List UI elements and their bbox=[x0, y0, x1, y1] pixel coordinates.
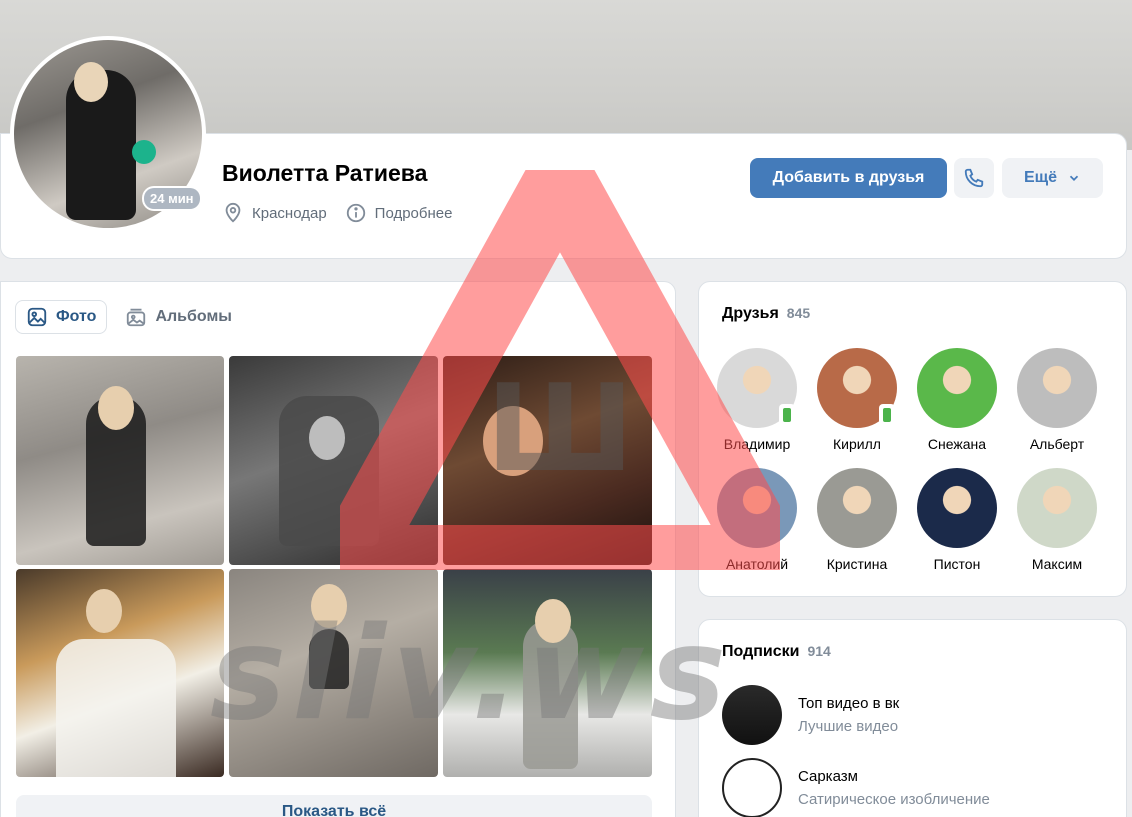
subscription-item[interactable]: Топ видео в вк Лучшие видео bbox=[722, 685, 899, 745]
tab-albums[interactable]: Альбомы bbox=[115, 300, 242, 334]
last-seen-badge: 24 мин bbox=[142, 186, 202, 211]
details-label: Подробнее bbox=[374, 204, 453, 222]
subscriptions-title[interactable]: Подписки 914 bbox=[722, 643, 831, 661]
subscription-subtitle: Сатирическое изобличение bbox=[798, 791, 990, 808]
info-icon bbox=[346, 203, 365, 223]
friend-name: Владимир bbox=[723, 436, 791, 452]
photo-thumbnail[interactable] bbox=[443, 569, 652, 777]
subscription-item[interactable]: Сарказм Сатирическое изобличение bbox=[722, 758, 990, 817]
subscription-subtitle: Лучшие видео bbox=[798, 718, 899, 735]
friends-count: 845 bbox=[786, 305, 811, 321]
subscriptions-count: 914 bbox=[807, 643, 831, 659]
subscription-title: Сарказм bbox=[798, 768, 858, 785]
friend-name: Снежана bbox=[927, 436, 987, 452]
city-label: Краснодар bbox=[252, 204, 327, 222]
friend-name: Максим bbox=[1031, 556, 1083, 572]
subscription-avatar bbox=[722, 758, 782, 817]
friend-name: Альберт bbox=[1029, 436, 1085, 452]
friend-item[interactable]: Снежана bbox=[907, 348, 1007, 452]
friend-item[interactable]: Анатолий bbox=[707, 468, 807, 572]
more-button[interactable]: Ещё bbox=[1002, 158, 1103, 198]
subscription-title: Топ видео в вк bbox=[798, 695, 900, 712]
details-link[interactable]: Подробнее bbox=[345, 202, 453, 224]
friend-avatar bbox=[917, 348, 997, 428]
photo-thumbnail[interactable] bbox=[16, 356, 224, 565]
friend-item[interactable]: Альберт bbox=[1007, 348, 1107, 452]
tab-albums-label: Альбомы bbox=[155, 308, 232, 325]
location-pin-icon bbox=[225, 202, 241, 223]
friend-avatar bbox=[1017, 348, 1097, 428]
subscriptions-title-label: Подписки bbox=[722, 643, 800, 660]
friends-title[interactable]: Друзья 845 bbox=[722, 305, 810, 323]
profile-meta: Краснодар Подробнее bbox=[222, 202, 452, 224]
friend-name: Кристина bbox=[826, 556, 888, 572]
friend-item[interactable]: Кристина bbox=[807, 468, 907, 572]
tab-photos[interactable]: Фото bbox=[15, 300, 108, 334]
phone-icon bbox=[964, 168, 984, 188]
friend-name: Пистон bbox=[933, 556, 981, 572]
friend-avatar bbox=[717, 468, 797, 548]
friend-item[interactable]: Максим bbox=[1007, 468, 1107, 572]
photo-tabs: Фото Альбомы bbox=[15, 300, 242, 334]
city-item: Краснодар bbox=[222, 202, 327, 224]
friend-name: Кирилл bbox=[833, 436, 881, 452]
last-seen-text: 24 мин bbox=[144, 188, 200, 209]
photo-thumbnail[interactable] bbox=[229, 569, 438, 777]
profile-name: Виолетта Ратиева bbox=[222, 160, 428, 186]
friend-avatar bbox=[1017, 468, 1097, 548]
mobile-online-icon bbox=[879, 404, 895, 426]
albums-icon bbox=[127, 308, 146, 327]
photo-thumbnail[interactable] bbox=[229, 356, 438, 565]
photo-thumbnail[interactable] bbox=[443, 356, 652, 565]
add-friend-button[interactable]: Добавить в друзья bbox=[750, 158, 947, 198]
chevron-down-icon bbox=[1069, 175, 1079, 181]
friends-title-label: Друзья bbox=[722, 305, 779, 322]
show-all-photos-button[interactable]: Показать всё bbox=[16, 795, 652, 817]
photo-icon bbox=[27, 307, 47, 327]
friend-item[interactable]: Кирилл bbox=[807, 348, 907, 452]
friend-avatar bbox=[817, 348, 897, 428]
friend-item[interactable]: Пистон bbox=[907, 468, 1007, 572]
friend-avatar bbox=[917, 468, 997, 548]
call-button[interactable] bbox=[954, 158, 994, 198]
friend-avatar bbox=[817, 468, 897, 548]
mobile-online-icon bbox=[779, 404, 795, 426]
friend-item[interactable]: Владимир bbox=[707, 348, 807, 452]
photo-thumbnail[interactable] bbox=[16, 569, 224, 777]
friend-avatar bbox=[717, 348, 797, 428]
friend-name: Анатолий bbox=[725, 556, 789, 572]
subscription-avatar bbox=[722, 685, 782, 745]
photo-grid bbox=[16, 356, 652, 777]
tab-photos-label: Фото bbox=[56, 308, 97, 325]
more-label: Ещё bbox=[1023, 169, 1058, 186]
